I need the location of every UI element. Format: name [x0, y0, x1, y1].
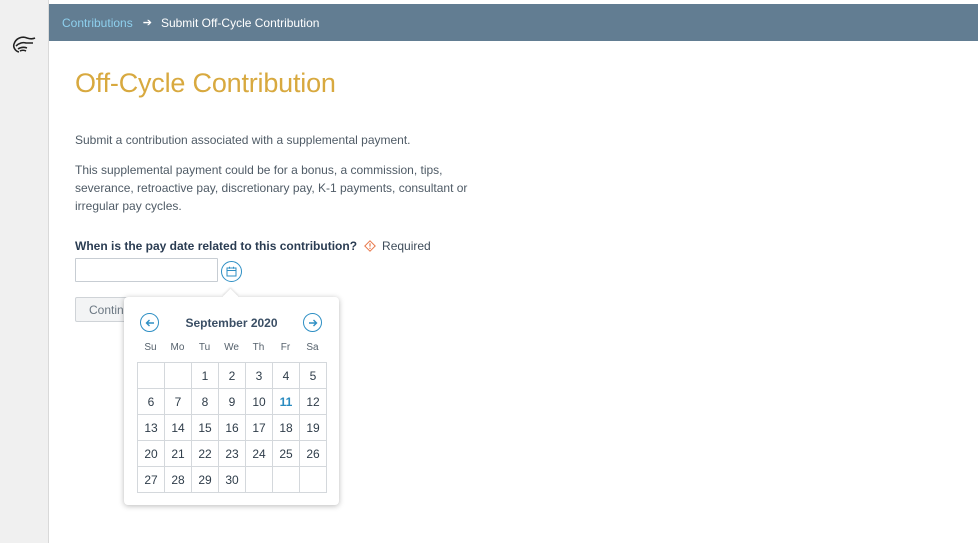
calendar-day-cell[interactable]: 18	[273, 415, 300, 441]
arrow-left-icon	[145, 319, 154, 326]
calendar-day-cell[interactable]: 16	[219, 415, 246, 441]
weekday-header: Su Mo Tu We Th Fr Sa	[137, 342, 326, 353]
calendar-day-cell[interactable]: 21	[165, 441, 192, 467]
calendar-day-cell[interactable]: 29	[192, 467, 219, 493]
calendar-day-cell[interactable]: 4	[273, 363, 300, 389]
calendar-day-cell[interactable]: 6	[138, 389, 165, 415]
description-text: This supplemental payment could be for a…	[75, 163, 468, 213]
calendar-day-cell[interactable]: 5	[300, 363, 327, 389]
empty-day-cell	[300, 467, 327, 493]
calendar-day-cell[interactable]: 13	[138, 415, 165, 441]
calendar-day-cell[interactable]: 26	[300, 441, 327, 467]
arrow-right-icon: ➔	[142, 17, 152, 29]
calendar-day-cell[interactable]: 7	[165, 389, 192, 415]
empty-day-cell	[138, 363, 165, 389]
previous-month-button[interactable]	[140, 313, 159, 332]
calendar-day-cell[interactable]: 22	[192, 441, 219, 467]
date-picker-popup: September 2020 Su Mo Tu We Th Fr Sa 1234…	[124, 288, 339, 505]
weekday-label: Fr	[280, 342, 291, 353]
empty-day-cell	[165, 363, 192, 389]
arrow-right-icon	[308, 319, 317, 326]
calendar-day-cell[interactable]: 28	[165, 467, 192, 493]
calendar-day-cell[interactable]: 30	[219, 467, 246, 493]
breadcrumb: Contributions ➔ Submit Off-Cycle Contrib…	[49, 4, 978, 41]
weekday-label: Su	[144, 342, 157, 353]
calendar-day-cell[interactable]: 9	[219, 389, 246, 415]
left-rail	[0, 0, 49, 543]
page-title: Off-Cycle Contribution	[75, 68, 336, 98]
pay-date-input[interactable]	[75, 258, 218, 282]
calendar-day-cell[interactable]: 2	[219, 363, 246, 389]
calendar-day-cell[interactable]: 24	[246, 441, 273, 467]
empty-day-cell	[246, 467, 273, 493]
calendar-day-cell[interactable]: 17	[246, 415, 273, 441]
weekday-label: Th	[252, 342, 265, 353]
weekday-label: We	[224, 342, 239, 353]
hand-pointing-logo-icon[interactable]	[11, 30, 37, 54]
calendar-day-cell[interactable]: 15	[192, 415, 219, 441]
required-label: Required	[382, 239, 431, 253]
calendar-day-cell[interactable]: 1	[192, 363, 219, 389]
weekday-label: Sa	[306, 342, 319, 353]
intro-text: Submit a contribution associated with a …	[75, 133, 411, 147]
pay-date-question-row: When is the pay date related to this con…	[75, 239, 431, 253]
breadcrumb-current: Submit Off-Cycle Contribution	[160, 15, 320, 30]
empty-day-cell	[273, 467, 300, 493]
weekday-label: Mo	[170, 342, 185, 353]
calendar-day-cell[interactable]: 23	[219, 441, 246, 467]
calendar-day-cell[interactable]: 12	[300, 389, 327, 415]
weekday-label: Tu	[198, 342, 211, 353]
calendar-day-cell[interactable]: 27	[138, 467, 165, 493]
calendar-day-cell[interactable]: 3	[246, 363, 273, 389]
warning-diamond-icon	[364, 240, 376, 252]
breadcrumb-contributions-link[interactable]: Contributions	[62, 16, 133, 30]
calendar-day-cell[interactable]: 25	[273, 441, 300, 467]
calendar-day-cell[interactable]: 8	[192, 389, 219, 415]
calendar-day-cell[interactable]: 19	[300, 415, 327, 441]
calendar-day-cell[interactable]: 20	[138, 441, 165, 467]
calendar-month-title: September 2020	[185, 316, 278, 330]
calendar-day-cell[interactable]: 10	[246, 389, 273, 415]
calendar-toggle-button[interactable]	[221, 261, 242, 282]
calendar-day-cell[interactable]: 14	[165, 415, 192, 441]
calendar-day-cell[interactable]: 11	[273, 389, 300, 415]
calendar-icon	[226, 266, 237, 277]
pay-date-label: When is the pay date related to this con…	[75, 239, 358, 253]
calendar-day-grid: 1 2 3 4 5 6 7 8 9 10 11 12 13 14 15 16 17 18 19 20 21 22 23 24 2…	[137, 362, 327, 493]
next-month-button[interactable]	[303, 313, 322, 332]
